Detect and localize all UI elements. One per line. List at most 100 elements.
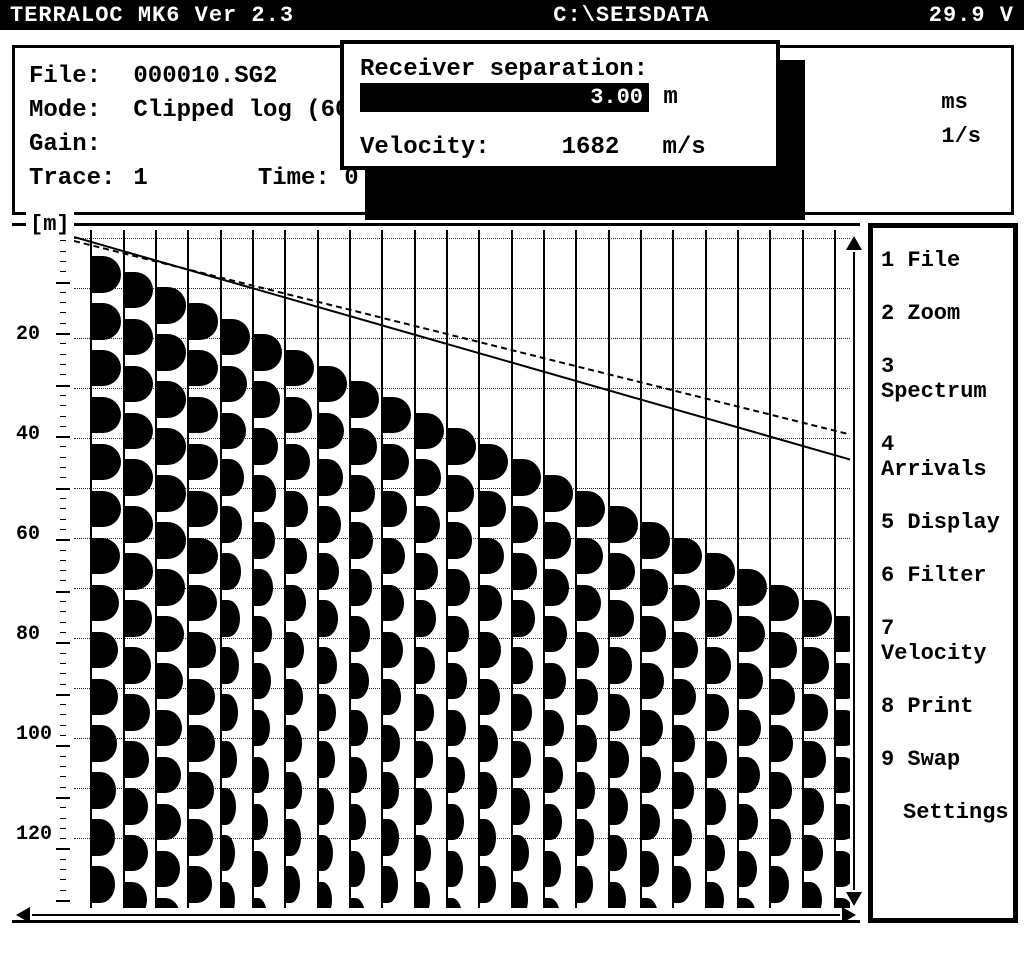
wave-lobe bbox=[317, 553, 340, 590]
wave-lobe bbox=[123, 694, 150, 731]
wave-lobe bbox=[575, 772, 595, 809]
wave-lobe bbox=[155, 522, 186, 559]
wave-lobe bbox=[284, 491, 308, 528]
wave-lobe bbox=[543, 710, 564, 747]
title-bar: TERRALOC MK6 Ver 2.3 C:\SEISDATA 29.9 V bbox=[0, 0, 1024, 30]
menu-print[interactable]: 8 Print bbox=[875, 680, 1011, 733]
wave-lobe bbox=[640, 804, 660, 841]
wave-lobe bbox=[381, 397, 411, 434]
app-title: TERRALOC MK6 Ver 2.3 bbox=[10, 3, 294, 28]
velocity-unit: m/s bbox=[662, 134, 705, 161]
wave-lobe bbox=[381, 772, 399, 809]
menu-settings[interactable]: Settings bbox=[875, 786, 1011, 839]
wave-lobe bbox=[349, 522, 373, 559]
menu-file[interactable]: 1 File bbox=[875, 234, 1011, 287]
wave-lobe bbox=[478, 538, 504, 575]
wave-lobe bbox=[478, 632, 501, 669]
wave-lobe bbox=[317, 882, 333, 908]
wave-lobe bbox=[414, 506, 440, 543]
menu-zoom[interactable]: 2 Zoom bbox=[875, 287, 1011, 340]
wave-lobe bbox=[90, 538, 120, 575]
info-panel: File: 000010.SG2 Mode: Clipped log (60 d… bbox=[12, 45, 1014, 215]
receiver-sep-input[interactable] bbox=[360, 83, 649, 112]
menu-filter[interactable]: 6 Filter bbox=[875, 549, 1011, 602]
wave-lobe bbox=[672, 679, 696, 716]
wave-lobe bbox=[155, 616, 184, 653]
horizontal-scroll-track[interactable] bbox=[32, 914, 840, 916]
wave-lobe bbox=[123, 272, 154, 309]
wave-lobe bbox=[123, 882, 148, 908]
vertical-scroll[interactable] bbox=[846, 236, 862, 906]
horizontal-scroll[interactable] bbox=[12, 908, 860, 922]
wave-lobe bbox=[123, 459, 154, 496]
axis-label: [m] bbox=[26, 212, 74, 237]
menu-arrivals[interactable]: 4 Arrivals bbox=[875, 418, 1011, 496]
wave-lobe bbox=[543, 616, 567, 653]
wave-lobe bbox=[608, 694, 631, 731]
wave-lobe bbox=[705, 553, 735, 590]
wave-lobe bbox=[252, 522, 275, 559]
wave-lobe bbox=[608, 553, 636, 590]
wave-lobe bbox=[90, 725, 117, 762]
wave-lobe bbox=[511, 788, 530, 825]
wave-lobe bbox=[414, 413, 444, 450]
scroll-right-icon[interactable] bbox=[842, 907, 856, 923]
wave-lobe bbox=[381, 491, 407, 528]
wave-lobe bbox=[543, 569, 569, 606]
wave-lobe bbox=[575, 725, 596, 762]
wave-lobe bbox=[769, 585, 799, 622]
wave-lobe bbox=[349, 710, 368, 747]
seismogram-canvas[interactable] bbox=[74, 230, 850, 908]
voltage-display: 29.9 V bbox=[929, 3, 1014, 28]
wave-lobe bbox=[737, 616, 765, 653]
receiver-sep-row: Receiver separation: m bbox=[360, 56, 760, 112]
wave-lobe bbox=[284, 866, 300, 903]
wave-lobe bbox=[705, 741, 728, 778]
wave-lobe bbox=[252, 616, 272, 653]
seismogram-frame[interactable]: [m] 20 40 60 80 100 120 bbox=[12, 223, 860, 923]
wave-lobe bbox=[640, 710, 663, 747]
side-menu: 1 File 2 Zoom 3 Spectrum 4 Arrivals 5 Di… bbox=[868, 223, 1018, 923]
wave-lobe bbox=[252, 334, 282, 371]
menu-spectrum[interactable]: 3 Spectrum bbox=[875, 340, 1011, 418]
scroll-left-icon[interactable] bbox=[16, 907, 30, 923]
wave-lobe bbox=[252, 381, 280, 418]
wave-lobe bbox=[90, 491, 121, 528]
wave-lobe bbox=[802, 694, 828, 731]
wave-lobe bbox=[511, 882, 528, 908]
trace-label: Trace: bbox=[29, 162, 119, 196]
wave-lobe bbox=[155, 663, 183, 700]
gain-label: Gain: bbox=[29, 128, 119, 162]
wave-lobe bbox=[220, 319, 250, 356]
wave-lobe bbox=[90, 819, 115, 856]
vertical-scroll-track[interactable] bbox=[853, 252, 855, 890]
wave-lobe bbox=[511, 694, 532, 731]
wave-lobe bbox=[317, 366, 347, 403]
wave-lobe bbox=[317, 835, 334, 872]
y-ruler bbox=[60, 230, 70, 908]
wave-lobe bbox=[705, 694, 729, 731]
wave-lobe bbox=[220, 741, 237, 778]
wave-lobe bbox=[414, 741, 433, 778]
menu-swap[interactable]: 9 Swap bbox=[875, 733, 1011, 786]
wave-lobe bbox=[90, 679, 117, 716]
scroll-up-icon[interactable] bbox=[846, 236, 862, 250]
wave-lobe bbox=[317, 647, 337, 684]
wave-lobe bbox=[220, 694, 238, 731]
wave-lobe bbox=[252, 569, 273, 606]
wave-lobe bbox=[478, 772, 497, 809]
wave-lobe bbox=[349, 851, 366, 888]
wave-lobe bbox=[123, 319, 154, 356]
wave-lobe bbox=[608, 647, 632, 684]
wave-lobe bbox=[220, 459, 244, 496]
scroll-down-icon[interactable] bbox=[846, 892, 862, 906]
menu-display[interactable]: 5 Display bbox=[875, 496, 1011, 549]
wave-lobe bbox=[446, 710, 466, 747]
menu-velocity[interactable]: 7 Velocity bbox=[875, 602, 1011, 680]
wave-lobe bbox=[478, 491, 506, 528]
wave-lobe bbox=[284, 397, 312, 434]
wave-lobe bbox=[187, 491, 218, 528]
wave-lobe bbox=[381, 444, 409, 481]
wave-lobe bbox=[187, 585, 217, 622]
wave-lobe bbox=[155, 381, 186, 418]
